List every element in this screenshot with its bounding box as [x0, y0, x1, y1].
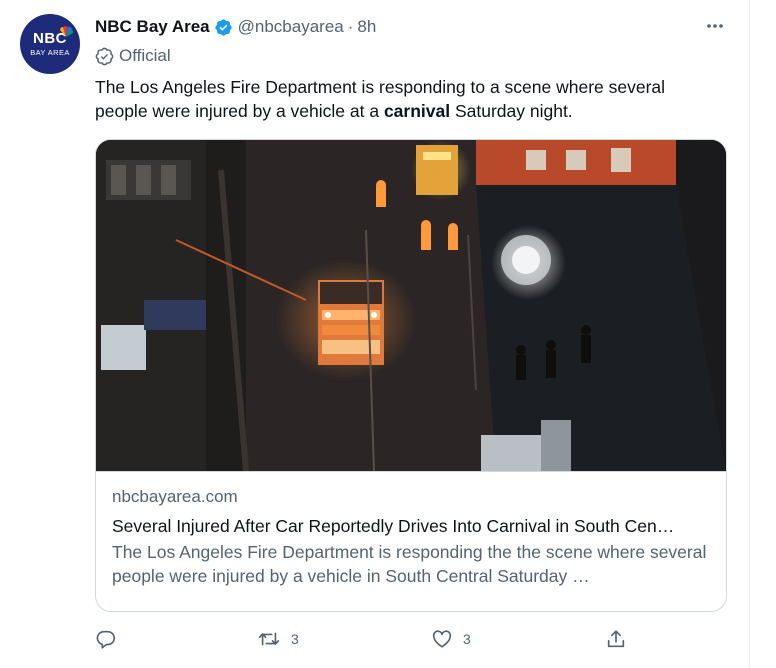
- tweet-text-bold: carnival: [383, 101, 451, 121]
- tweet-actions: 3 3: [95, 627, 635, 651]
- tweet-header: NBC Bay Area @nbcbayarea · 8h: [95, 16, 376, 38]
- display-name[interactable]: NBC Bay Area: [95, 17, 210, 37]
- aerial-night-scene-image: [96, 140, 726, 471]
- avatar-logo-subtext: BAY AREA: [30, 48, 70, 57]
- peacock-logo-icon: [60, 26, 74, 37]
- reply-icon: [96, 630, 116, 649]
- like-button[interactable]: 3: [431, 627, 471, 651]
- like-count: 3: [463, 631, 471, 647]
- card-title: Several Injured After Car Reportedly Dri…: [112, 516, 675, 536]
- card-info[interactable]: nbcbayarea.com Several Injured After Car…: [96, 471, 726, 611]
- reply-button[interactable]: [95, 627, 127, 651]
- retweet-count: 3: [291, 631, 299, 647]
- official-label: Official: [95, 45, 171, 67]
- share-icon: [607, 630, 625, 648]
- official-label-text: Official: [119, 46, 171, 65]
- card-description: The Los Angeles Fire Department is respo…: [112, 542, 707, 586]
- tweet[interactable]: NBC BAY AREA NBC Bay Area @nbcbayarea · …: [0, 0, 750, 668]
- card-domain: nbcbayarea.com: [112, 487, 238, 506]
- separator-dot: ·: [347, 17, 354, 36]
- link-card[interactable]: nbcbayarea.com Several Injured After Car…: [95, 139, 727, 612]
- card-image[interactable]: [96, 140, 726, 471]
- timestamp[interactable]: 8h: [357, 17, 376, 37]
- tweet-text-after: Saturday night.: [450, 101, 573, 121]
- heart-icon: [432, 630, 452, 648]
- official-check-icon: [95, 47, 114, 65]
- tweet-text-before: The Los Angeles Fire Department is respo…: [95, 77, 666, 121]
- handle[interactable]: @nbcbayarea: [238, 17, 344, 37]
- tweet-text: The Los Angeles Fire Department is respo…: [95, 75, 715, 123]
- share-button[interactable]: [605, 627, 637, 651]
- avatar[interactable]: NBC BAY AREA: [20, 14, 80, 74]
- verified-badge-icon: [214, 18, 233, 37]
- retweet-button[interactable]: 3: [257, 627, 299, 651]
- retweet-icon: [258, 632, 280, 646]
- more-options-icon: [707, 24, 723, 28]
- more-options-button[interactable]: [700, 14, 730, 38]
